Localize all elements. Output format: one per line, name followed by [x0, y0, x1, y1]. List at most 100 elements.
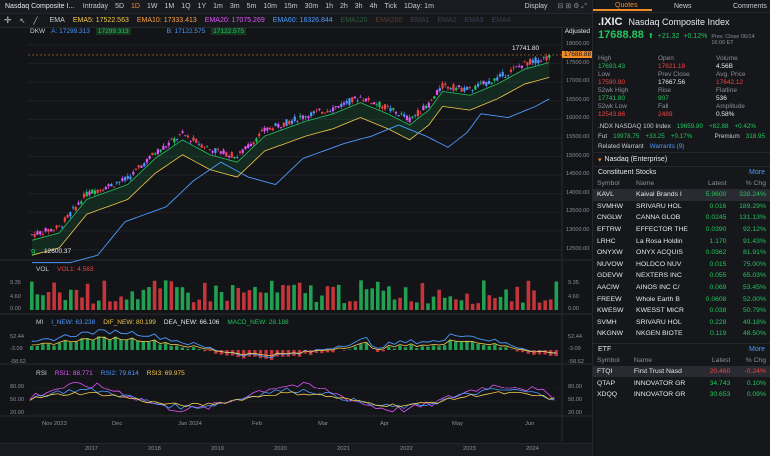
row-chg: -0.24% — [734, 365, 770, 378]
quote-stat-label: Open — [658, 55, 674, 62]
etf-more-link[interactable]: More — [749, 346, 765, 353]
period-tab[interactable]: 30m — [301, 3, 322, 10]
quote-stat-label: Fall — [658, 103, 669, 110]
period-tab[interactable]: 1Day: 1m — [400, 3, 437, 10]
premium-value: 318.95 — [745, 133, 765, 140]
period-tab[interactable]: 1W — [143, 3, 161, 10]
period-tab[interactable]: 5m — [243, 3, 260, 10]
period-tab[interactable]: 1D — [128, 3, 144, 10]
macd-bar — [426, 346, 430, 350]
warrants-link[interactable]: Warrants (9) — [650, 143, 685, 150]
row-symbol: LRHC — [597, 237, 616, 245]
chevron-down-icon: ▾ — [598, 156, 602, 164]
candle-body — [444, 83, 447, 86]
table-row[interactable]: NUVOW HOLDCO NUV 0.015 75.00% — [593, 259, 770, 271]
etf-col-name[interactable]: Name — [630, 355, 700, 366]
macd-new-value: MACD_NEW: 28.188 — [227, 319, 289, 326]
candle-body — [203, 147, 206, 149]
period-tab[interactable]: 3h — [351, 3, 366, 10]
cursor-icon[interactable]: ↖ — [16, 17, 30, 25]
period-tab[interactable]: 10m — [260, 3, 281, 10]
period-tab[interactable]: 5D — [112, 3, 128, 10]
candle-body — [425, 105, 428, 109]
table-row[interactable]: ONYXW ONYX ACQUIS 0.0362 81.91% — [593, 247, 770, 259]
period-tab[interactable]: Tick — [381, 3, 401, 10]
year-label[interactable]: 2024 — [526, 446, 539, 452]
col-name[interactable]: Name — [632, 178, 698, 189]
ndx-line[interactable]: .NDX NASDAQ 100 Index 19659.80 +82.88 +0… — [593, 121, 770, 132]
table-row[interactable]: FTQI First Trust Nasd 20.460 -0.24% — [593, 365, 770, 378]
quote-stat-label: Avg. Price — [716, 71, 746, 78]
table-row[interactable]: XDQQ INNOVATOR GR 30.653 0.09% — [593, 389, 770, 401]
crosshair-icon[interactable]: ✛ — [0, 15, 16, 26]
period-tab[interactable]: 15m — [280, 3, 301, 10]
macd-bar — [493, 344, 497, 350]
period-tab[interactable]: 1M — [161, 3, 178, 10]
period-tab[interactable]: 1Q — [178, 3, 194, 10]
year-label[interactable]: 2022 — [400, 446, 413, 452]
table-row[interactable]: SVMH SRIVARU HOL 0.228 49.18% — [593, 317, 770, 329]
table-row[interactable]: QTAP INNOVATOR GR 34.743 0.10% — [593, 377, 770, 389]
table-row[interactable]: FREEW Whole Earth B 0.0608 52.00% — [593, 293, 770, 305]
table-row[interactable]: GDEVW NEXTERS INC 0.055 65.03% — [593, 270, 770, 282]
table-row[interactable]: KWESW KWESST MICR 0.038 50.79% — [593, 305, 770, 317]
table-row[interactable]: AACIW AINOS INC C/0.069 53.45% — [593, 282, 770, 294]
candle-body — [260, 130, 263, 132]
period-tab[interactable]: 1m — [210, 3, 227, 10]
table-row[interactable]: KAVL Kaival Brands I 5.9600 338.24% — [593, 189, 770, 201]
year-label[interactable]: 2019 — [211, 446, 224, 452]
year-navigator[interactable]: 2017 2018 2019 2020 2021 2022 2023 2024 — [0, 443, 592, 456]
display-menu[interactable]: Display — [520, 3, 553, 10]
fut-change: +33.25 — [645, 133, 665, 140]
chart-area[interactable]: DKW A: 17299.313 17299.313 B: 17122.575 … — [0, 28, 594, 456]
year-label[interactable]: 2021 — [337, 446, 350, 452]
tab-comments[interactable]: Comments — [711, 3, 770, 10]
macd-bar — [515, 350, 519, 352]
quote-stat-label: Prev Close — [658, 71, 690, 78]
table-row[interactable]: CNGLW CANNA GLOB 0.0245 131.13% — [593, 212, 770, 224]
tab-quotes[interactable]: Quotes — [593, 2, 652, 11]
etf-col-chg[interactable]: % Chg — [734, 355, 770, 366]
table-row[interactable]: SVMHW SRIVARU HOL 0.016 189.29% — [593, 201, 770, 213]
volume-bar — [498, 296, 503, 310]
enterprise-section[interactable]: ▾ Nasdaq (Enterprise) — [593, 152, 770, 166]
table-row[interactable]: LRHC La Rosa Holdin 1.170 91.43% — [593, 235, 770, 247]
etf-col-latest[interactable]: Latest — [700, 355, 735, 366]
period-tab[interactable]: Intraday — [79, 3, 111, 10]
quote-stat-label: Low — [598, 71, 610, 78]
year-label[interactable]: 2017 — [85, 446, 98, 452]
candle-body — [419, 113, 422, 115]
period-tab[interactable]: 4h — [366, 3, 381, 10]
etf-rows: FTQI First Trust Nasd 20.460 -0.24% QTAP INNO… — [593, 365, 770, 401]
macd-bar — [409, 344, 413, 350]
trendline-icon[interactable]: ╱ — [29, 17, 41, 25]
volume-bar — [264, 292, 268, 310]
period-tab[interactable]: 1h — [322, 3, 337, 10]
year-label[interactable]: 2018 — [148, 446, 161, 452]
table-row[interactable]: EFTRW EFFECTOR THE 0.0390 92.12% — [593, 224, 770, 236]
period-tab[interactable]: 3m — [226, 3, 243, 10]
candle-body — [195, 139, 198, 143]
row-name: EFFECTOR THE — [636, 226, 688, 234]
macd-bar — [454, 341, 458, 350]
col-chg[interactable]: % Chg — [730, 178, 770, 189]
layout-icons[interactable]: ⊟ ⊞ ⚙ ⤢ — [553, 2, 592, 11]
period-tab[interactable]: 1Y — [194, 3, 210, 10]
year-label[interactable]: 2020 — [274, 446, 287, 452]
table-row[interactable]: NKGNW NKGEN BIOTE 0.119 48.50% — [593, 328, 770, 340]
col-latest[interactable]: Latest — [698, 178, 731, 189]
volume-bar — [292, 284, 296, 310]
etf-col-symbol[interactable]: Symbol — [593, 355, 630, 366]
period-tab[interactable]: 2h — [336, 3, 351, 10]
candle-body — [367, 97, 370, 101]
macd-bar — [57, 342, 62, 350]
tab-news[interactable]: News — [652, 3, 711, 10]
constituent-more-link[interactable]: More — [749, 169, 765, 176]
fut-value: 19978.75 — [613, 133, 640, 140]
row-symbol: GDEVW — [597, 272, 623, 280]
symbol-title[interactable]: Nasdaq Composite I... — [0, 3, 79, 10]
macd-bar — [180, 347, 185, 350]
col-symbol[interactable]: Symbol — [593, 178, 632, 189]
ema-label[interactable]: EMA — [42, 17, 69, 24]
year-label[interactable]: 2023 — [463, 446, 476, 452]
